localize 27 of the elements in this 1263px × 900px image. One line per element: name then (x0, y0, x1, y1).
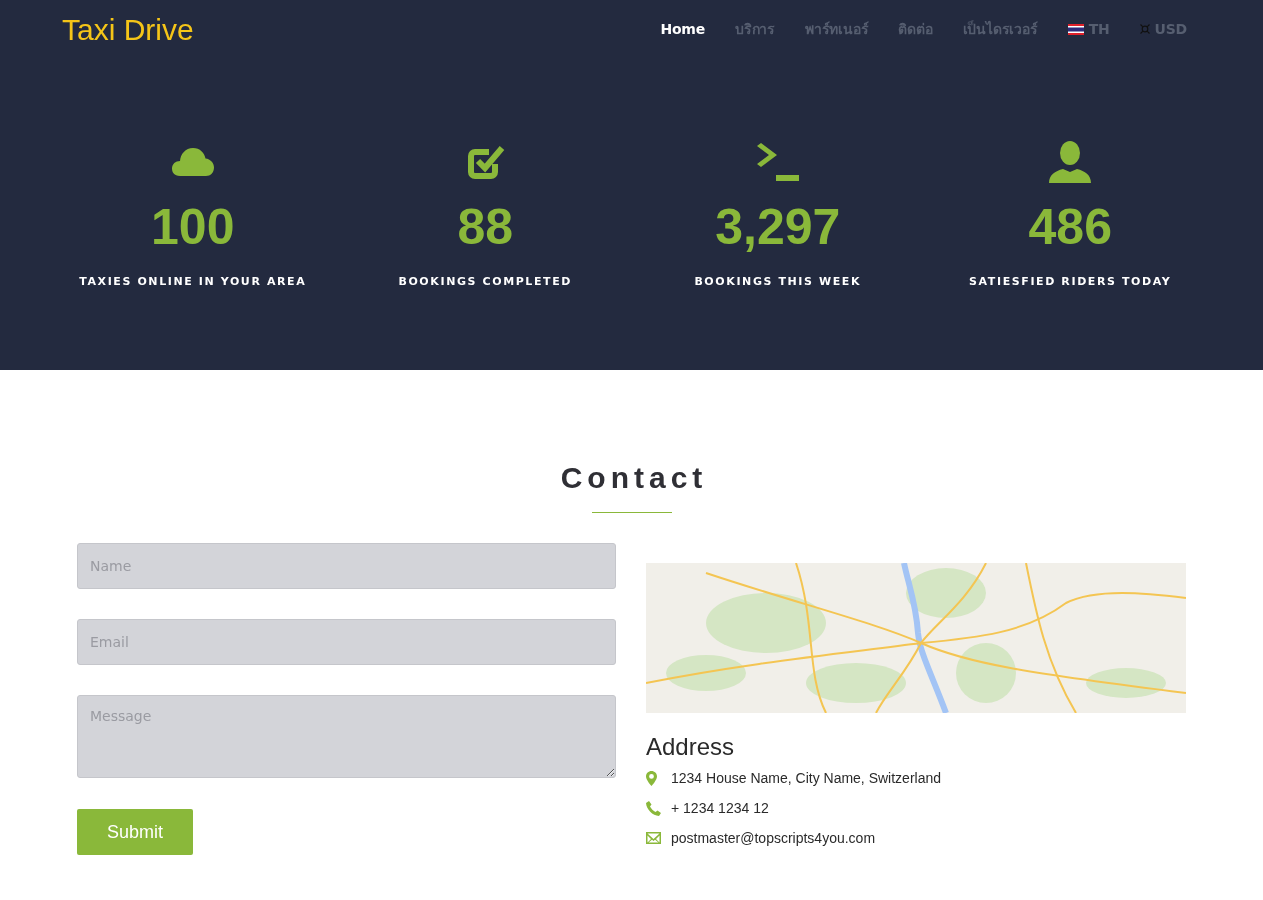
cloud-icon (171, 148, 214, 176)
user-icon (1049, 141, 1092, 183)
phone-icon (646, 800, 661, 816)
map-pin-icon (646, 770, 657, 786)
stat-label: SATIESFIED RIDERS TODAY (969, 275, 1172, 288)
address-line: postmaster@topscripts4you.com (671, 829, 876, 847)
address-heading: Address (646, 733, 736, 761)
envelope-icon (646, 832, 661, 844)
section-title: Contact (559, 460, 708, 496)
terminal-icon (756, 143, 799, 181)
stat-value: 3,297 (715, 199, 841, 255)
input-field[interactable]: Email (77, 619, 616, 665)
address-line: + 1234 1234 12 (671, 799, 769, 817)
logo[interactable]: Taxi Drive (62, 13, 194, 47)
address-line: 1234 House Name, City Name, Switzerland (671, 769, 941, 787)
stat-label: BOOKINGS THIS WEEK (694, 275, 862, 288)
submit-button[interactable]: Submit (77, 809, 193, 855)
message-field[interactable]: Message (77, 695, 616, 778)
input-field[interactable]: Name (77, 543, 616, 589)
flag-icon (1067, 23, 1084, 35)
stat-label: BOOKINGS COMPLETED (398, 275, 573, 288)
stat-label: TAXIES ONLINE IN YOUR AREA (79, 275, 307, 288)
stat-value: 88 (457, 199, 514, 255)
stat-value: 100 (151, 199, 235, 255)
nav-link[interactable]: Home (660, 21, 705, 37)
stat-value: 486 (1028, 199, 1112, 255)
currency-icon (1139, 24, 1150, 34)
